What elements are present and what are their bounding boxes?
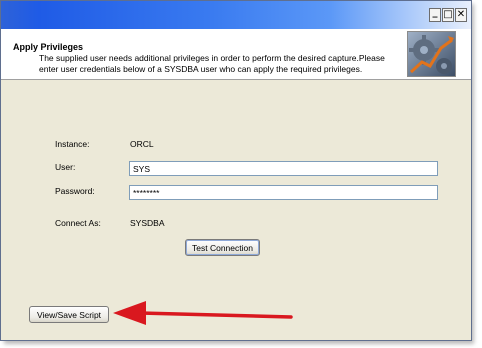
annotation-arrow-icon	[113, 301, 293, 325]
